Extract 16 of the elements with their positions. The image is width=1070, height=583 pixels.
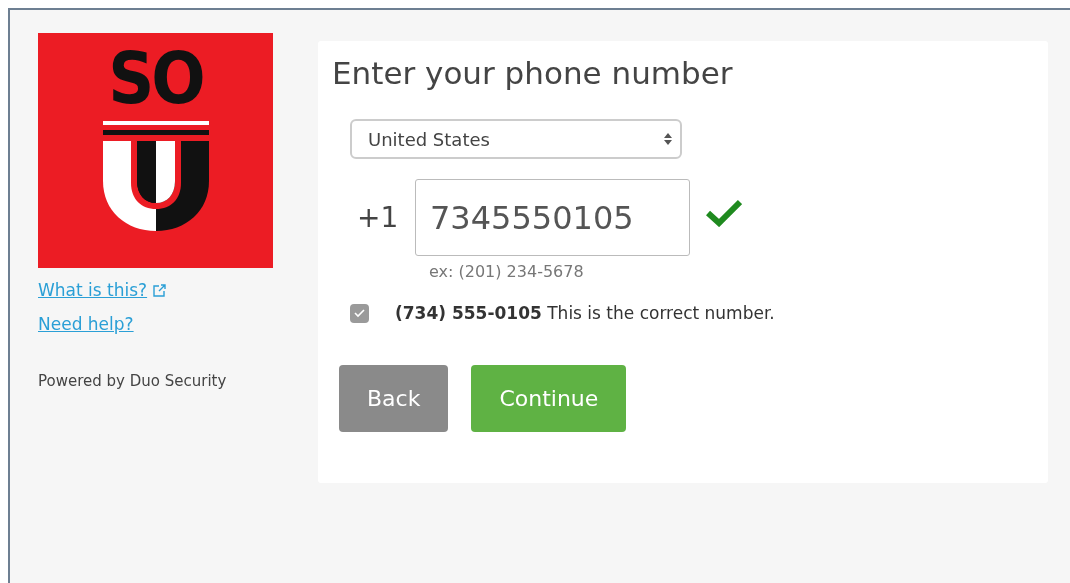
help-link[interactable]: What is this?	[38, 280, 148, 300]
back-button[interactable]: Back	[339, 365, 449, 432]
logo-text: SO	[108, 43, 203, 115]
phone-hint: ex: (201) 234-5678	[429, 262, 585, 281]
confirm-label: (734) 555-0105 This is the correct number.	[395, 303, 775, 323]
phone-input[interactable]: 7345550105	[415, 179, 690, 256]
external-link-icon	[153, 283, 167, 297]
country-code: +1	[357, 201, 400, 234]
logo-u-icon	[100, 121, 211, 233]
country-select[interactable]: United States	[350, 119, 682, 159]
form-title: Enter your phone number	[332, 55, 734, 91]
powered-by-text: Powered by Duo Security	[38, 372, 228, 390]
continue-button[interactable]: Continue	[471, 365, 627, 432]
help-link[interactable]: Need help?	[38, 314, 134, 334]
checkmark-icon	[354, 308, 365, 318]
select-arrows-icon	[664, 132, 672, 146]
